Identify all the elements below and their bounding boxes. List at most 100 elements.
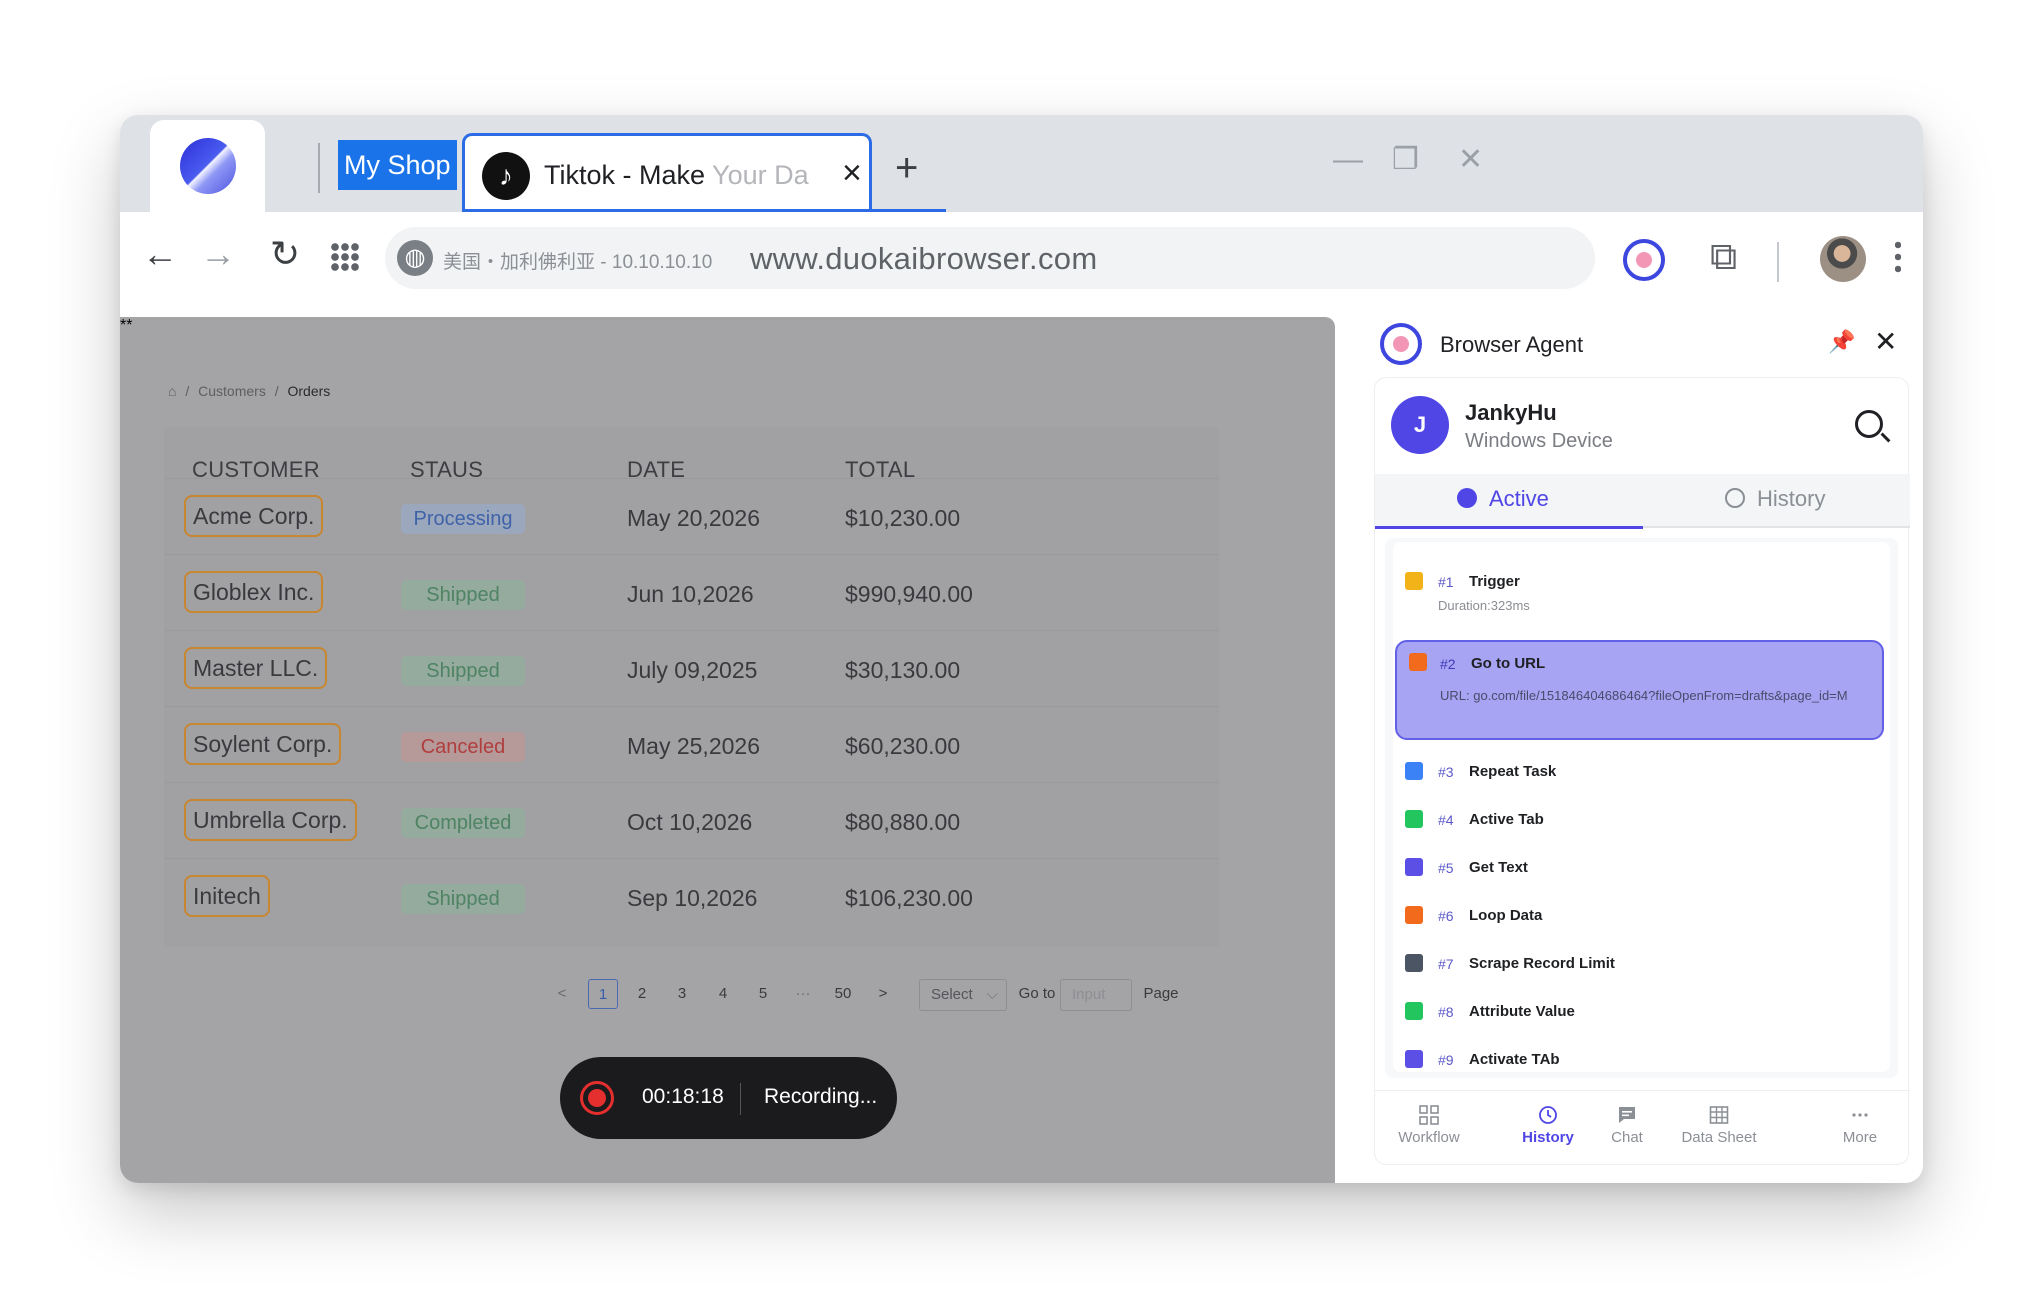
breadcrumb-customers[interactable]: Customers (198, 383, 266, 399)
date-cell: Sep 10,2026 (627, 885, 758, 911)
customer-cell[interactable]: Acme Corp. (184, 495, 324, 537)
my-shop-tab[interactable]: My Shop (338, 140, 457, 190)
pin-icon[interactable]: 📌 (1828, 329, 1855, 355)
list-item[interactable]: #7 Scrape Record Limit (1393, 950, 1890, 982)
page-content: ⌂ / Customers / Orders CUSTOMER STAUS DA… (120, 317, 1335, 1183)
total-cell: $30,130.00 (845, 657, 961, 683)
list-item[interactable]: #5 Get Text (1393, 854, 1890, 886)
step-number: #4 (1438, 812, 1454, 828)
table-row[interactable]: Acme Corp. Processing May 20,2026 $10,23… (164, 478, 1219, 554)
table-row[interactable]: Initech Shipped Sep 10,2026 $106,230.00 (164, 858, 1219, 934)
list-item[interactable]: #9 Activate TAb (1393, 1046, 1890, 1078)
tab-tiktok[interactable]: ♪ Tiktok - Make Your Da × (462, 133, 872, 212)
tab-close-icon[interactable]: × (842, 156, 862, 190)
list-item[interactable]: #4 Active Tab (1393, 806, 1890, 838)
list-item[interactable]: #6 Loop Data (1393, 902, 1890, 934)
pagination-ellipsis[interactable]: ··· (788, 979, 818, 1009)
back-button[interactable]: ← (142, 234, 178, 274)
pagination-page-5[interactable]: 5 (753, 979, 773, 1009)
record-stop-icon[interactable] (580, 1081, 614, 1115)
step-name: Repeat Task (1469, 763, 1557, 780)
customer-cell[interactable]: Globlex Inc. (184, 571, 324, 613)
reload-button[interactable]: ↻ (270, 234, 300, 274)
user-name: JankyHu (1465, 400, 1557, 425)
table-row[interactable]: Globlex Inc. Shipped Jun 10,2026 $990,94… (164, 554, 1219, 630)
more-dots-icon (1852, 1113, 1868, 1117)
status-badge: Completed (401, 808, 525, 838)
step-name: Scrape Record Limit (1469, 955, 1615, 972)
customer-cell[interactable]: Initech (184, 875, 270, 917)
home-icon[interactable]: ⌂ (168, 383, 176, 399)
minimize-button[interactable]: — (1333, 145, 1363, 175)
list-item[interactable]: #2 Go to URL URL: go.com/file/1518464046… (1395, 640, 1884, 740)
tiktok-icon: ♪ (482, 152, 530, 200)
step-color-marker (1405, 858, 1423, 876)
workflow-steps: #1 Trigger Duration:323ms #2 Go to URL U… (1385, 538, 1898, 1078)
customer-cell[interactable]: Soylent Corp. (184, 723, 342, 765)
user-avatar: J (1391, 396, 1449, 454)
date-cell: May 25,2026 (627, 733, 760, 759)
more-menu-icon[interactable] (1895, 239, 1901, 275)
pagination-page-1[interactable]: 1 (588, 979, 618, 1009)
nav-more[interactable]: More (1833, 1105, 1887, 1146)
panel-title: Browser Agent (1440, 332, 1584, 357)
close-panel-button[interactable]: ✕ (1874, 325, 1897, 358)
customer-cell[interactable]: Umbrella Corp. (184, 799, 357, 841)
list-item[interactable]: #8 Attribute Value (1393, 998, 1890, 1030)
table-row[interactable]: Umbrella Corp. Completed Oct 10,2026 $80… (164, 782, 1219, 858)
status-badge: Processing (401, 504, 525, 534)
orders-table: CUSTOMER STAUS DATE TOTAL Acme Corp. Pro… (164, 427, 1219, 947)
recording-separator (740, 1083, 741, 1115)
step-color-marker (1409, 653, 1427, 671)
extensions-puzzle-icon[interactable]: ⧉ (1710, 235, 1737, 279)
bottom-nav: Workflow History Chat Data Sheet More (1375, 1090, 1910, 1166)
pagination-page-2[interactable]: 2 (632, 979, 652, 1009)
close-window-button[interactable]: ✕ (1458, 145, 1483, 175)
status-badge: Canceled (401, 732, 525, 762)
step-detail: Duration:323ms (1438, 598, 1530, 613)
url-text[interactable]: www.duokaibrowser.com (750, 241, 1097, 277)
list-item[interactable]: #3 Repeat Task (1393, 758, 1890, 790)
total-cell: $80,880.00 (845, 809, 961, 835)
step-number: #6 (1438, 908, 1454, 924)
table-row[interactable]: Soylent Corp. Canceled May 25,2026 $60,2… (164, 706, 1219, 782)
step-name: Trigger (1469, 573, 1520, 590)
browser-toolbar: ← → ↻ ◍ 美国・加利佛利亚 - 10.10.10.10 www.duoka… (120, 212, 1923, 307)
nav-workflow[interactable]: Workflow (1389, 1105, 1469, 1146)
tab-title: Tiktok - Make Your Da (544, 160, 809, 190)
new-tab-button[interactable]: + (895, 148, 918, 188)
table-row[interactable]: Master LLC. Shipped July 09,2025 $30,130… (164, 630, 1219, 706)
list-item[interactable]: #1 Trigger Duration:323ms (1393, 562, 1890, 622)
nav-history[interactable]: History (1513, 1105, 1583, 1146)
browser-logo-icon (180, 138, 236, 194)
pagination-page-4[interactable]: 4 (713, 979, 733, 1009)
play-icon (1457, 488, 1477, 508)
proxy-location: 美国・加利佛利亚 - 10.10.10.10 (443, 252, 713, 273)
pagination-page-3[interactable]: 3 (672, 979, 692, 1009)
nav-chat[interactable]: Chat (1597, 1105, 1657, 1146)
browser-home-tab[interactable] (150, 120, 265, 212)
profile-avatar[interactable] (1820, 236, 1866, 282)
tab-history[interactable]: History (1725, 486, 1825, 512)
total-cell: $990,940.00 (845, 581, 973, 607)
pagination-prev[interactable]: < (552, 979, 572, 1009)
goto-page-input[interactable]: Input (1060, 979, 1132, 1011)
search-icon[interactable] (1855, 410, 1883, 438)
agent-extension-icon[interactable] (1623, 239, 1665, 281)
browser-window: My Shop ♪ Tiktok - Make Your Da × + — ❐ … (120, 115, 1923, 1183)
active-tab-indicator (1375, 526, 1643, 529)
customer-cell[interactable]: Master LLC. (184, 647, 328, 689)
pagination-page-last[interactable]: 50 (830, 979, 856, 1009)
steps-list: #1 Trigger Duration:323ms #2 Go to URL U… (1393, 542, 1890, 1072)
toolbar-separator (1777, 242, 1779, 282)
restore-button[interactable]: ❐ (1392, 145, 1419, 175)
pagination-next[interactable]: > (873, 979, 893, 1009)
apps-grid-icon[interactable] (330, 242, 360, 272)
forward-button[interactable]: → (200, 234, 236, 274)
address-bar[interactable]: ◍ 美国・加利佛利亚 - 10.10.10.10 www.duokaibrows… (385, 227, 1595, 289)
total-cell: $60,230.00 (845, 733, 961, 759)
nav-data-sheet[interactable]: Data Sheet (1671, 1105, 1767, 1146)
tab-active[interactable]: Active (1457, 486, 1549, 512)
page-size-select[interactable]: Select ⌵ (919, 979, 1007, 1011)
step-color-marker (1405, 954, 1423, 972)
